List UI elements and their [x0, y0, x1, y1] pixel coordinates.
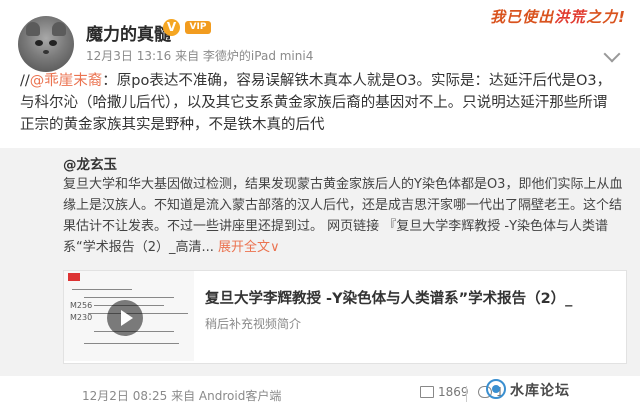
wechat-logo-icon: [486, 379, 506, 399]
thumbnail-tag: [68, 273, 80, 281]
expand-link[interactable]: 展开全文∨: [218, 240, 280, 255]
avatar-eye: [49, 40, 57, 46]
quoted-body: 复旦大学和华大基因做过检测，结果发现蒙古黄金家族后人的Y染色体都是O3，即他们实…: [63, 177, 623, 255]
play-icon[interactable]: [107, 300, 143, 336]
mention-link[interactable]: @乖崖末裔: [30, 73, 103, 89]
share-count: 1869: [438, 385, 469, 399]
member-badge-icon: VIP: [185, 21, 211, 34]
tree-line: [84, 297, 174, 298]
expand-arrow-icon: ∨: [270, 240, 280, 255]
repost-prefix: //: [20, 73, 30, 89]
share-icon: [420, 385, 434, 398]
quoted-meta: 12月2日 08:25 来自 Android客户端: [82, 389, 282, 403]
quoted-text: 复旦大学和华大基因做过检测，结果发现蒙古黄金家族后人的Y染色体都是O3，即他们实…: [63, 174, 623, 258]
avatar-eye: [35, 40, 43, 46]
avatar-ear: [52, 22, 66, 36]
tree-line: [72, 289, 132, 290]
post-text: ：原po表达不准确，容易误解铁木真本人就是O3。实际是：达延汗后代是O3，与科尔…: [20, 73, 612, 133]
username[interactable]: 魔力的真髓: [86, 20, 171, 45]
expand-label: 展开全文: [218, 240, 271, 255]
avatar[interactable]: [18, 16, 74, 72]
quoted-author[interactable]: @龙玄玉: [63, 153, 117, 173]
tree-line: [84, 343, 179, 344]
video-subtitle: 稍后补充视频简介: [205, 317, 302, 331]
share-button[interactable]: 1869: [420, 385, 469, 399]
sticker-banner: 我已使出洪荒之力!: [484, 6, 632, 27]
chevron-down-icon[interactable]: [603, 45, 621, 63]
divider: [466, 386, 467, 402]
banner-suffix: 之力!: [586, 8, 626, 26]
post-body: //@乖崖末裔：原po表达不准确，容易误解铁木真本人就是O3。实际是：达延汗后代…: [20, 70, 620, 136]
verified-icon: V: [163, 19, 180, 36]
watermark: 水库论坛: [510, 383, 570, 399]
banner-prefix: 我已使出: [490, 8, 555, 26]
thumb-label: M256: [70, 301, 93, 310]
avatar-nose: [43, 50, 49, 54]
video-title[interactable]: 复旦大学李辉教授 -Y染色体与人类谱系”学术报告（2）_: [205, 287, 572, 308]
banner-highlight: 洪荒: [554, 8, 587, 26]
avatar-ear: [26, 22, 40, 36]
thumb-label: M230: [70, 313, 93, 322]
post-meta: 12月3日 13:16 来自 李德炉的iPad mini4: [86, 49, 314, 63]
